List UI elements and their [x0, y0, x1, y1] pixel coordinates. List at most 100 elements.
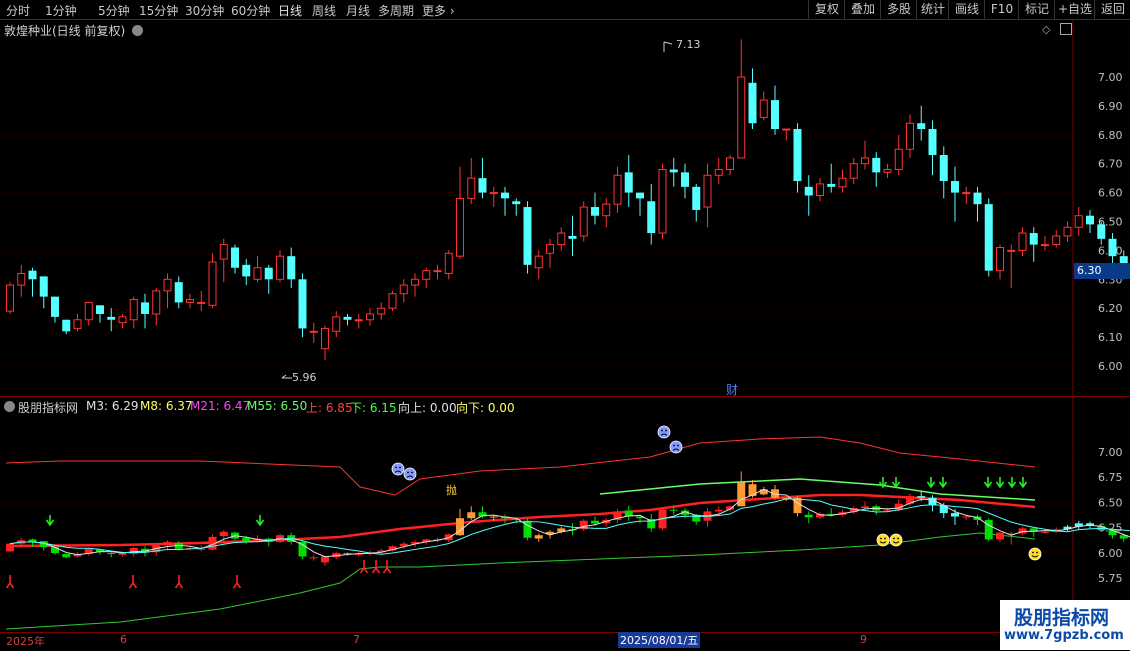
btn-add-watchlist[interactable]: +自选 — [1054, 0, 1095, 19]
candle-body — [1063, 226, 1072, 237]
candle — [163, 273, 172, 309]
tab-multi-period[interactable]: 多周期 — [378, 2, 414, 19]
sell-arrow-icon — [983, 477, 993, 489]
candle — [546, 238, 554, 268]
candle — [703, 163, 712, 228]
candle-body — [928, 129, 937, 156]
low-marker-arrow — [281, 374, 292, 379]
indicator-candle-body — [748, 484, 757, 497]
candle — [287, 247, 296, 288]
candle-body — [849, 163, 858, 179]
tab-more[interactable]: 更多 › — [422, 2, 455, 19]
indicator-candle — [208, 534, 217, 551]
indicator-candle — [264, 537, 273, 547]
candle — [118, 313, 127, 329]
candle — [1007, 244, 1016, 288]
tab-fenshi[interactable]: 分时 — [6, 2, 30, 19]
candle — [62, 319, 71, 335]
sad-face-icon-eye — [407, 471, 409, 474]
btn-multi-stock[interactable]: 多股 — [880, 0, 917, 19]
high-marker-arrow — [663, 41, 673, 52]
candle-body — [6, 284, 14, 312]
candle-body — [557, 232, 566, 246]
candle-body — [118, 316, 127, 324]
price-tick-label: 6.20 — [1098, 302, 1123, 315]
tab-5min[interactable]: 5分钟 — [98, 2, 130, 19]
candle-body — [17, 273, 26, 286]
tab-weekly[interactable]: 周线 — [312, 2, 336, 19]
sad-face-icon-eye — [399, 466, 401, 469]
btn-overlay[interactable]: 叠加 — [844, 0, 881, 19]
candle — [264, 264, 273, 294]
watermark-url: www.7gpzb.com — [1004, 628, 1124, 643]
candle-body — [489, 192, 498, 195]
indicator-candle-body — [669, 509, 678, 511]
btn-stats[interactable]: 统计 — [916, 0, 949, 19]
indicator-candle — [467, 506, 476, 520]
candle — [951, 166, 959, 222]
candle-body — [703, 174, 712, 208]
candle-body — [51, 296, 59, 317]
candle — [1041, 235, 1049, 251]
candle-body — [512, 201, 521, 205]
indicator-candle-body — [714, 509, 723, 512]
smile-face-icon-eye — [880, 537, 882, 540]
tab-15min[interactable]: 15分钟 — [139, 2, 178, 19]
buy-arrow-icon — [174, 575, 184, 589]
main-kline-chart[interactable]: 敦煌种业(日线 前复权) ◇ 7.00 6.90 6.80 6.70 6.60 6.50 6… — [0, 20, 1130, 397]
watermark-title: 股朋指标网 — [1014, 607, 1110, 629]
indicator-panel[interactable]: 股朋指标网 M3: 6.29 M8: 6.37 M21: 6.47 M55: 6.50… — [0, 396, 1130, 633]
candle-body — [1018, 232, 1027, 251]
candle — [129, 296, 138, 329]
candle — [253, 256, 262, 283]
price-tick-label: 6.10 — [1098, 331, 1123, 344]
indicator-candle — [1074, 520, 1083, 530]
indicator-candle-body — [51, 547, 59, 554]
candle-body — [163, 278, 172, 292]
indicator-candle-body — [219, 531, 228, 537]
sell-arrow-icon — [995, 477, 1005, 489]
candle — [906, 114, 914, 158]
time-label-cursor-date: 2025/08/01/五 — [618, 632, 701, 648]
sad-face-icon-eye — [677, 444, 679, 447]
candle — [928, 120, 937, 176]
price-tick-label: 6.70 — [1098, 158, 1123, 171]
indicator-candle-body — [861, 506, 869, 508]
candle — [422, 267, 431, 288]
candle-body — [624, 172, 633, 193]
tab-daily[interactable]: 日线 — [278, 2, 302, 19]
sad-face-icon — [391, 462, 405, 476]
price-tick-label: 6.80 — [1098, 129, 1123, 142]
candle — [298, 273, 307, 338]
sad-face-icon — [669, 440, 683, 454]
indicator-candle-body — [591, 520, 599, 524]
btn-back[interactable]: 返回 — [1094, 0, 1130, 19]
candle — [917, 105, 926, 141]
candle-body — [96, 305, 104, 314]
indicator-candle-body — [107, 553, 116, 555]
candle-body — [309, 330, 318, 333]
candle — [692, 183, 701, 222]
candle-body — [433, 270, 442, 273]
main-chart-svg: 7.006.906.806.706.606.506.406.306.206.10… — [0, 20, 1128, 395]
candle — [613, 166, 622, 213]
candle — [399, 279, 408, 303]
buy-arrow-icon — [371, 560, 381, 574]
btn-f10[interactable]: F10 — [984, 0, 1019, 19]
btn-draw[interactable]: 画线 — [948, 0, 985, 19]
candle-body — [84, 301, 93, 321]
price-tick-label: 6.90 — [1098, 100, 1123, 113]
tab-1min[interactable]: 1分钟 — [45, 2, 77, 19]
tab-60min[interactable]: 60分钟 — [231, 2, 270, 19]
candle — [242, 259, 251, 286]
btn-mark[interactable]: 标记 — [1018, 0, 1055, 19]
candle-body — [962, 192, 971, 195]
candle-body — [1074, 215, 1083, 228]
tab-30min[interactable]: 30分钟 — [185, 2, 224, 19]
candle — [1029, 227, 1038, 262]
btn-fuquan[interactable]: 复权 — [808, 0, 845, 19]
tab-monthly[interactable]: 月线 — [346, 2, 370, 19]
indicator-candle-body — [996, 532, 1004, 540]
candle-body — [658, 168, 667, 234]
indicator-candle — [62, 553, 71, 559]
